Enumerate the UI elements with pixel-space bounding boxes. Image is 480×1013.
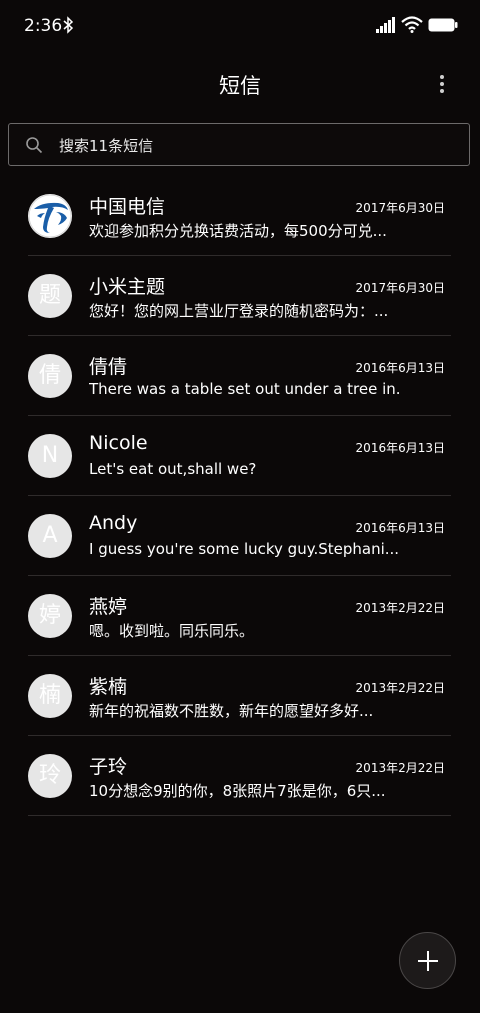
message-preview: 您好！您的网上营业厅登录的随机密码为：... <box>89 302 389 320</box>
message-preview: 欢迎参加积分兑换话费活动，每500分可兑... <box>89 222 387 240</box>
bluetooth-icon <box>63 16 74 34</box>
contact-name: Andy <box>89 512 138 534</box>
message-date: 2016年6月13日 <box>355 441 445 455</box>
conversation-item[interactable]: 楠 紫楠 2013年2月22日 新年的祝福数不胜数，新年的愿望好多好... <box>0 656 480 736</box>
contact-name: 中国电信 <box>89 196 166 218</box>
conversation-item[interactable]: 倩 倩倩 2016年6月13日 There was a table set ou… <box>0 336 480 416</box>
contact-name: 燕婷 <box>89 596 128 618</box>
more-options-icon[interactable] <box>430 68 454 98</box>
conversation-item[interactable]: 中国电信 2017年6月30日 欢迎参加积分兑换话费活动，每500分可兑... <box>0 176 480 256</box>
conversation-item[interactable]: A Andy 2016年6月13日 I guess you're some lu… <box>0 496 480 576</box>
conversation-list: 中国电信 2017年6月30日 欢迎参加积分兑换话费活动，每500分可兑... … <box>0 176 480 816</box>
message-date: 2013年2月22日 <box>355 681 445 695</box>
contact-avatar: 婷 <box>28 594 72 638</box>
message-date: 2016年6月13日 <box>355 361 445 375</box>
page-title: 短信 <box>219 74 261 98</box>
message-date: 2017年6月30日 <box>355 201 445 215</box>
telecom-logo-avatar <box>28 194 72 238</box>
conversation-item[interactable]: 玲 子玲 2013年2月22日 10分想念9别的你，8张照片7张是你，6只... <box>0 736 480 816</box>
status-time: 2:36 <box>24 16 63 36</box>
messages-screen: 2:36 短信 搜索11条短信 中国电信 2017年6月30日 欢迎参加积分兑换… <box>0 0 480 1013</box>
message-date: 2017年6月30日 <box>355 281 445 295</box>
search-icon <box>26 137 43 154</box>
wifi-icon <box>401 16 423 33</box>
status-bar: 2:36 <box>0 0 480 52</box>
message-preview: 10分想念9别的你，8张照片7张是你，6只... <box>89 782 386 800</box>
contact-avatar: N <box>28 434 72 478</box>
contact-name: 倩倩 <box>89 356 128 378</box>
conversation-item[interactable]: N Nicole 2016年6月13日 Let's eat out,shall … <box>0 416 480 496</box>
search-input[interactable]: 搜索11条短信 <box>8 123 470 166</box>
conversation-item[interactable]: 题 小米主题 2017年6月30日 您好！您的网上营业厅登录的随机密码为：... <box>0 256 480 336</box>
message-preview: 新年的祝福数不胜数，新年的愿望好多好... <box>89 702 374 720</box>
contact-avatar: 题 <box>28 274 72 318</box>
search-placeholder: 搜索11条短信 <box>59 137 154 155</box>
contact-name: 紫楠 <box>89 676 128 698</box>
message-date: 2013年2月22日 <box>355 761 445 775</box>
new-message-button[interactable] <box>399 932 456 989</box>
contact-avatar: 玲 <box>28 754 72 798</box>
plus-icon <box>418 951 438 971</box>
china-telecom-logo-icon <box>28 194 72 238</box>
contact-name: Nicole <box>89 432 148 454</box>
message-preview: There was a table set out under a tree i… <box>89 380 399 398</box>
contact-avatar: 楠 <box>28 674 72 718</box>
contact-avatar: A <box>28 514 72 558</box>
message-date: 2016年6月13日 <box>355 521 445 535</box>
conversation-item[interactable]: 婷 燕婷 2013年2月22日 嗯。收到啦。同乐同乐。 <box>0 576 480 656</box>
battery-icon <box>428 18 458 32</box>
message-preview: 嗯。收到啦。同乐同乐。 <box>89 622 255 640</box>
contact-avatar: 倩 <box>28 354 72 398</box>
cellular-signal-icon <box>376 17 395 33</box>
message-preview: I guess you're some lucky guy.Stephani..… <box>89 540 399 558</box>
divider <box>28 815 451 816</box>
message-preview: Let's eat out,shall we? <box>89 460 257 478</box>
contact-name: 子玲 <box>89 756 128 778</box>
contact-name: 小米主题 <box>89 276 166 298</box>
message-date: 2013年2月22日 <box>355 601 445 615</box>
